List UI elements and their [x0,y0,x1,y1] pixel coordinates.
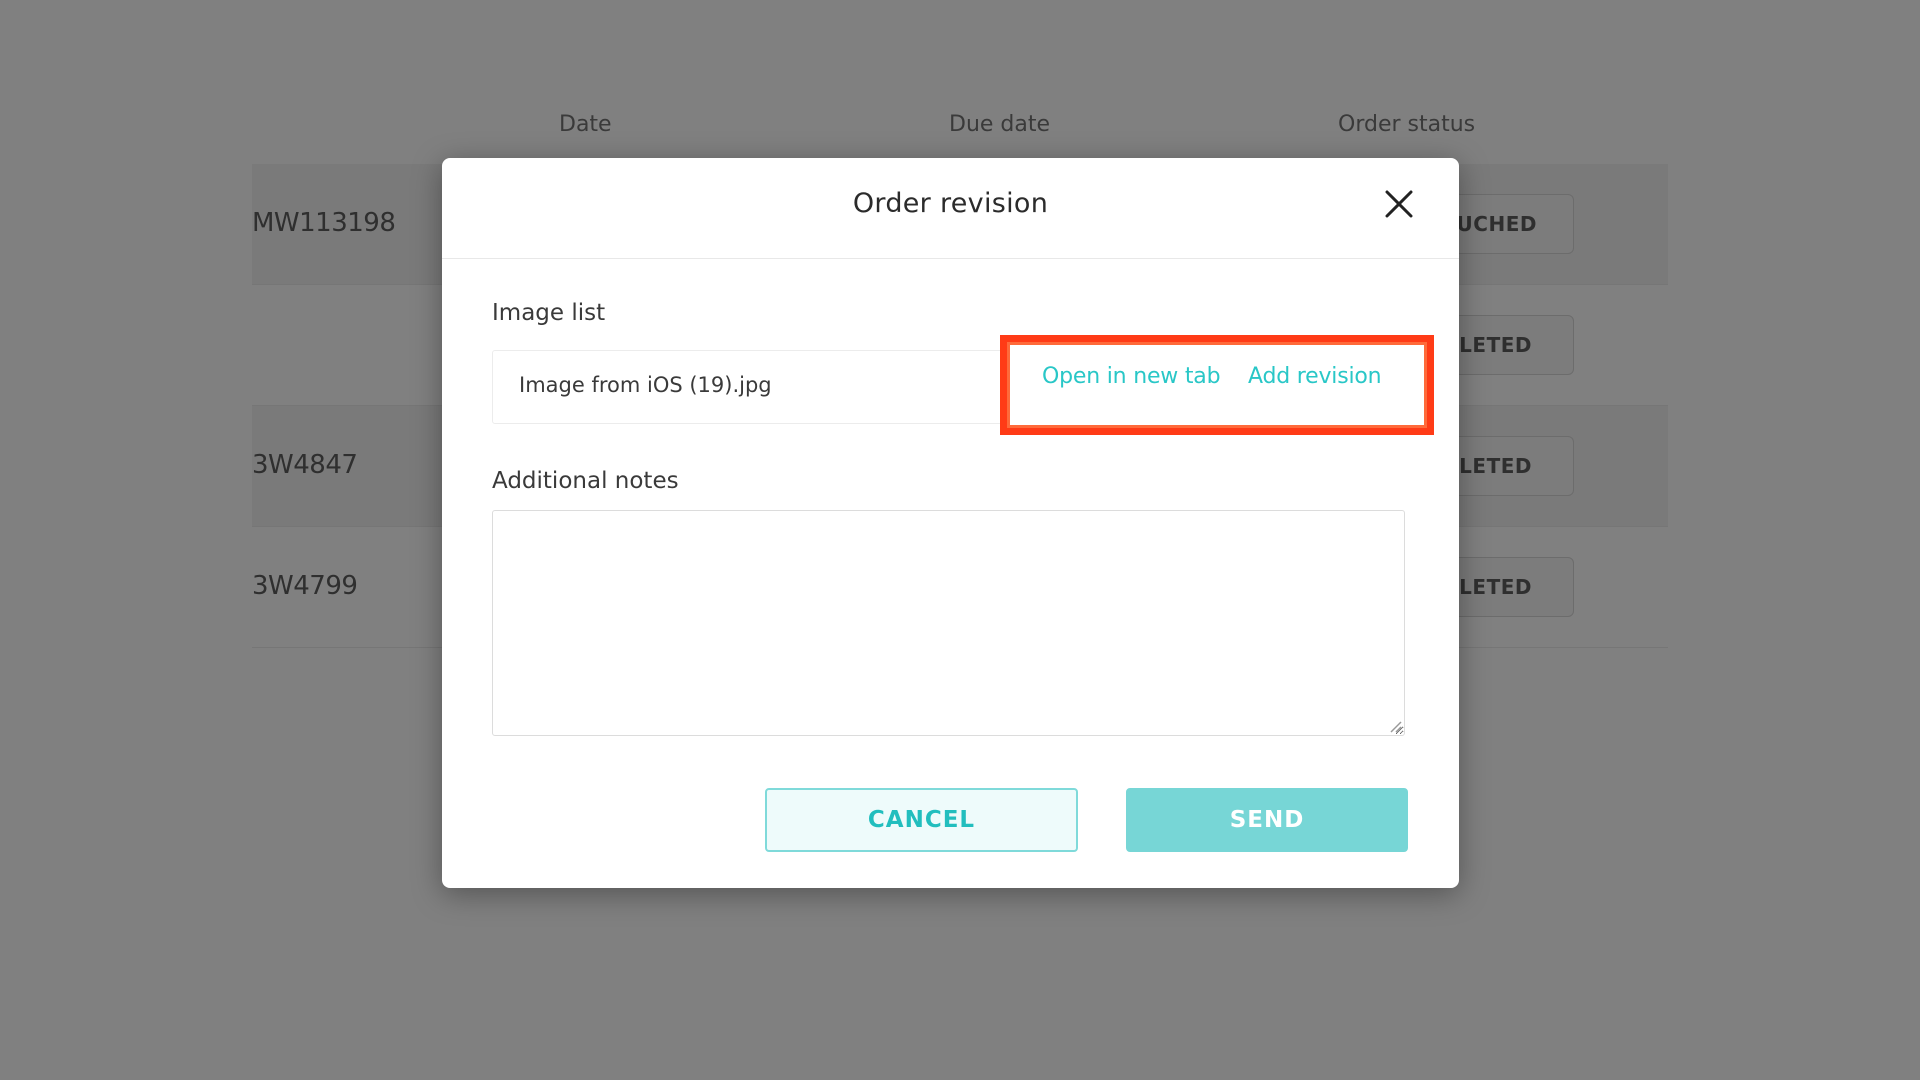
additional-notes-label: Additional notes [492,468,679,494]
column-header-due-date: Due date [949,112,1051,137]
image-list-label: Image list [492,300,606,326]
open-in-new-tab-link[interactable]: Open in new tab [1042,364,1221,389]
order-id: 3W4799 [252,571,358,601]
order-revision-modal: Order revision Image list Image from iOS… [442,158,1459,888]
order-id: 3W4847 [252,450,358,480]
modal-title: Order revision [852,188,1049,219]
order-id: MW113198 [252,208,396,238]
resize-grip-icon[interactable] [1388,719,1402,733]
add-revision-link[interactable]: Add revision [1248,364,1382,389]
file-name: Image from iOS (19).jpg [519,373,772,397]
column-header-order-status: Order status [1338,112,1476,137]
column-header-date: Date [559,112,612,137]
send-button[interactable]: SEND [1126,788,1408,852]
modal-header: Order revision [442,158,1459,259]
additional-notes-textarea[interactable] [492,510,1405,736]
cancel-button[interactable]: CANCEL [765,788,1078,852]
close-icon [1385,190,1413,218]
close-button[interactable] [1379,184,1419,224]
